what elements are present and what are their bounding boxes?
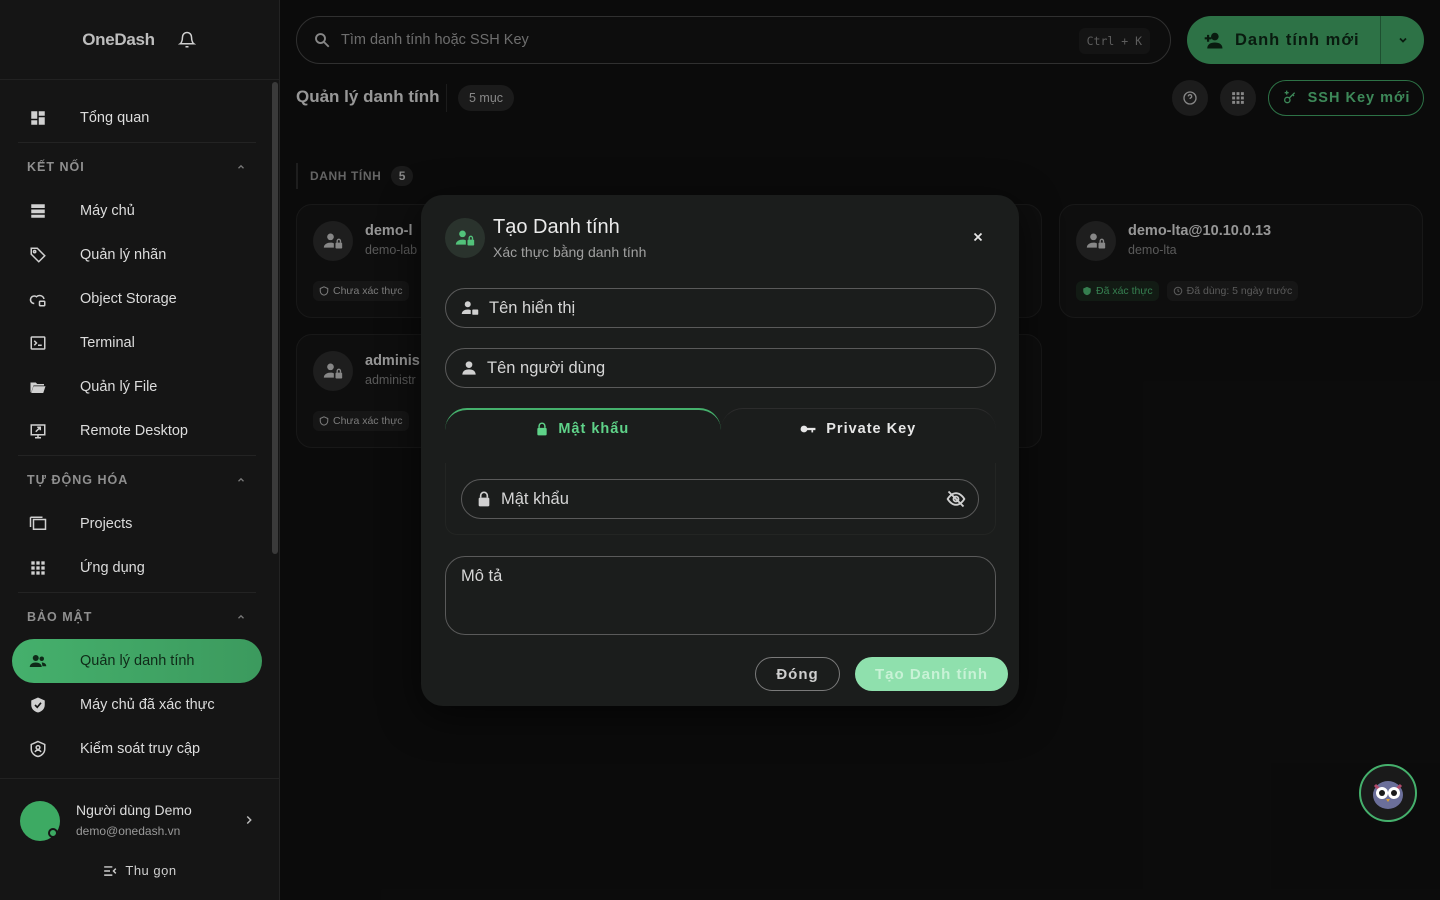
cloud-lock-icon	[28, 289, 48, 309]
bell-icon[interactable]	[177, 30, 197, 50]
tab-label: Private Key	[826, 420, 917, 437]
collapse-icon	[104, 865, 117, 876]
username-input[interactable]	[487, 358, 967, 378]
tab-password[interactable]: Mật khẩu	[445, 408, 721, 448]
chevron-up-icon	[238, 164, 244, 169]
key-icon	[800, 425, 816, 432]
owl-icon	[1373, 781, 1403, 809]
description-input[interactable]	[461, 567, 980, 623]
sidebar-item-label: Quản lý danh tính	[80, 653, 195, 669]
sidebar-item-label: Máy chủ	[80, 203, 135, 219]
sidebar-item-label: Quản lý File	[80, 379, 158, 395]
sidebar-item-label: Remote Desktop	[80, 423, 188, 439]
section-connect[interactable]: KẾT NỐI	[12, 145, 262, 189]
lock-icon	[478, 491, 490, 507]
chevron-right-icon[interactable]	[242, 813, 256, 827]
user-name: Người dùng Demo	[76, 802, 192, 818]
sidebar-scrollbar[interactable]	[272, 82, 278, 554]
lock-icon	[537, 422, 547, 436]
shield-user-icon	[28, 739, 48, 759]
people-icon	[28, 651, 48, 671]
person-icon	[462, 361, 476, 375]
dashboard-icon	[28, 108, 48, 128]
description-field[interactable]	[445, 556, 996, 635]
sidebar-item-terminal[interactable]: Terminal	[12, 321, 262, 365]
sidebar-item-label: Terminal	[80, 335, 135, 351]
section-security[interactable]: BẢO MẬT	[12, 595, 262, 639]
divider	[18, 455, 256, 456]
sidebar-item-access-control[interactable]: Kiểm soát truy cập	[12, 727, 262, 771]
cancel-button[interactable]: Đóng	[755, 657, 840, 691]
sidebar-item-servers[interactable]: Máy chủ	[12, 189, 262, 233]
apps-grid-icon	[28, 558, 48, 578]
tab-label: Mật khẩu	[558, 421, 630, 437]
display-name-input[interactable]	[489, 298, 969, 318]
sidebar: OneDash Tổng quan KẾT NỐI Máy chủ Quản l…	[0, 0, 280, 900]
sidebar-item-apps[interactable]: Ứng dụng	[12, 546, 262, 590]
app-logo[interactable]: OneDash	[82, 30, 155, 50]
folder-open-icon	[28, 377, 48, 397]
collapse-label: Thu gọn	[125, 863, 177, 878]
password-field[interactable]	[461, 479, 979, 519]
section-label: BẢO MẬT	[27, 610, 93, 624]
divider	[18, 142, 256, 143]
sidebar-item-label: Ứng dụng	[80, 560, 145, 576]
sidebar-item-projects[interactable]: Projects	[12, 502, 262, 546]
display-name-field[interactable]	[445, 288, 996, 328]
close-icon	[973, 232, 983, 242]
assistant-owl-icon[interactable]	[1359, 764, 1417, 822]
create-identity-button[interactable]: Tạo Danh tính	[855, 657, 1008, 691]
sidebar-item-label: Quản lý nhãn	[80, 247, 167, 263]
user-email: demo@onedash.vn	[76, 824, 181, 838]
dialog-subtitle: Xác thực bằng danh tính	[493, 244, 647, 260]
sidebar-item-identity-management[interactable]: Quản lý danh tính	[12, 639, 262, 683]
divider	[18, 592, 256, 593]
online-status-dot	[48, 828, 58, 838]
collapse-button[interactable]: Thu gọn	[0, 863, 280, 878]
eye-off-icon[interactable]	[946, 489, 966, 509]
section-label: KẾT NỐI	[27, 160, 85, 174]
user-lock-icon	[445, 218, 485, 258]
sidebar-item-label: Object Storage	[80, 291, 177, 307]
sidebar-item-overview[interactable]: Tổng quan	[12, 96, 262, 140]
sidebar-item-labels[interactable]: Quản lý nhãn	[12, 233, 262, 277]
user-profile[interactable]: Người dùng Demo demo@onedash.vn Thu gọn	[0, 778, 280, 900]
sidebar-item-label: Kiểm soát truy cập	[80, 741, 201, 757]
chevron-up-icon	[238, 477, 244, 482]
password-input[interactable]	[501, 489, 921, 509]
server-icon	[28, 201, 48, 221]
sidebar-item-remote-desktop[interactable]: Remote Desktop	[12, 409, 262, 453]
username-field[interactable]	[445, 348, 996, 388]
tab-private-key[interactable]: Private Key	[720, 408, 996, 448]
sidebar-nav: Tổng quan KẾT NỐI Máy chủ Quản lý nhãn O…	[12, 96, 262, 771]
sidebar-item-object-storage[interactable]: Object Storage	[12, 277, 262, 321]
sidebar-item-label: Tổng quan	[80, 110, 150, 126]
auth-method-tabs: Mật khẩu Private Key	[445, 408, 996, 448]
remote-desktop-icon	[28, 421, 48, 441]
projects-icon	[28, 514, 48, 534]
close-button[interactable]	[968, 227, 988, 247]
chevron-up-icon	[238, 614, 244, 619]
create-identity-dialog: Tạo Danh tính Xác thực bằng danh tính Mậ…	[421, 195, 1019, 706]
section-automation[interactable]: TỰ ĐỘNG HÓA	[12, 458, 262, 502]
user-lock-icon	[461, 301, 479, 315]
terminal-icon	[28, 333, 48, 353]
tag-icon	[28, 245, 48, 265]
shield-check-icon	[28, 695, 48, 715]
sidebar-item-label: Projects	[80, 516, 133, 532]
sidebar-item-files[interactable]: Quản lý File	[12, 365, 262, 409]
dialog-title: Tạo Danh tính	[493, 216, 620, 238]
sidebar-item-label: Máy chủ đã xác thực	[80, 697, 215, 713]
sidebar-item-verified-servers[interactable]: Máy chủ đã xác thực	[12, 683, 262, 727]
sidebar-header: OneDash	[0, 0, 279, 80]
section-label: TỰ ĐỘNG HÓA	[27, 473, 129, 487]
